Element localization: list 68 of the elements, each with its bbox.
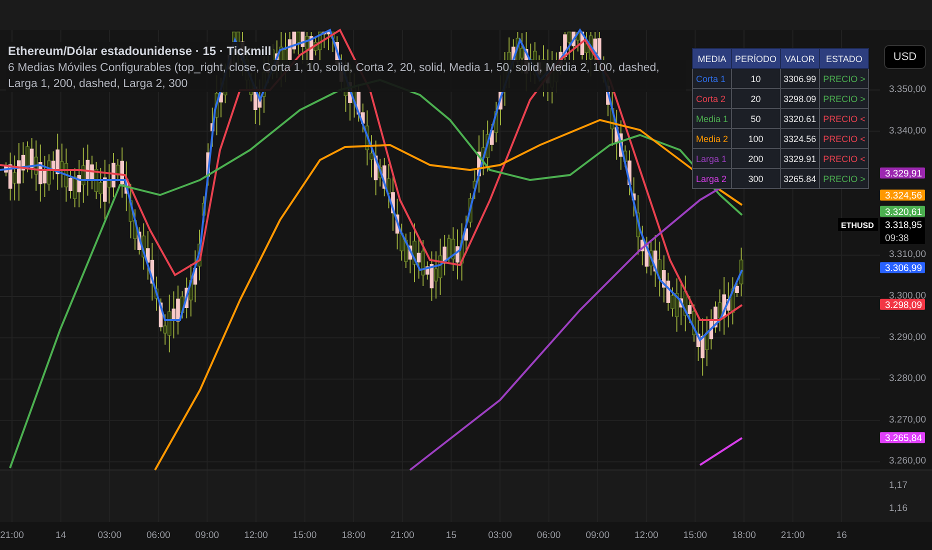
time-axis-label: 03:00: [488, 530, 512, 541]
column-header: PERÍODO: [732, 48, 780, 68]
column-header: VALOR: [780, 48, 820, 68]
price-tick-label: 3.290,00: [889, 332, 926, 343]
column-header: MEDIA: [692, 48, 732, 68]
table-cell: Corta 1: [692, 68, 732, 88]
table-cell: 10: [732, 68, 780, 88]
table-cell: 100: [732, 128, 780, 148]
price-tick-label: 3.260,00: [889, 456, 926, 467]
table-cell: 50: [732, 108, 780, 128]
price-tick-label: 3.270,00: [889, 414, 926, 426]
indicator-axis-label: 1,16: [889, 503, 908, 514]
price-tick-label: 3.280,00: [889, 373, 926, 384]
time-axis-label: 15:00: [683, 530, 708, 541]
currency-button[interactable]: USD: [884, 45, 926, 69]
table-cell: 300: [732, 168, 780, 188]
column-header: ESTADO: [820, 48, 869, 68]
time-axis-label: 06:00: [536, 530, 561, 541]
time-axis-label: 21:00: [780, 530, 805, 541]
time-axis-label: 03:00: [98, 530, 122, 541]
table-cell: Media 1: [692, 108, 732, 128]
time-axis-label: 12:00: [244, 530, 268, 541]
time-axis-label: 15: [446, 530, 456, 541]
time-axis-label: 15:00: [292, 530, 317, 541]
time-axis-label: 12:00: [634, 530, 658, 541]
table-cell: 200: [732, 148, 780, 168]
time-axis-label: 06:00: [146, 530, 170, 541]
time-axis-label: 09:00: [586, 530, 610, 541]
table-cell: PRECIO >: [820, 88, 869, 108]
price-marker: 3.306,99: [880, 262, 925, 274]
table-cell: 3320.61: [780, 108, 820, 128]
price-tick-label: 3.340,00: [889, 125, 926, 136]
table-cell: 3298.09: [780, 88, 820, 108]
time-axis-label: 21:00: [390, 530, 414, 541]
table-cell: PRECIO >: [820, 168, 869, 188]
table-cell: Media 2: [692, 128, 732, 148]
indicator-axis-label: 1,17: [889, 480, 908, 491]
table-cell: 3265.84: [780, 168, 820, 188]
table-cell: PRECIO >: [820, 68, 869, 88]
price-tick-label: 3.350,00: [889, 84, 926, 95]
symbol-label: ETHUSD: [838, 218, 878, 231]
table-cell: PRECIO <: [820, 148, 869, 168]
price-marker: 3.324,56: [880, 190, 925, 202]
table-cell: Larga 1: [692, 148, 732, 168]
table-cell: 3324.56: [780, 128, 820, 148]
last-price-label: 3.318,95 09:38: [880, 218, 925, 244]
table-cell: 3306.99: [780, 68, 820, 88]
table-cell: Corta 2: [692, 88, 732, 108]
time-axis-label: 09:00: [195, 530, 220, 541]
table-cell: PRECIO <: [820, 128, 869, 148]
table-cell: Larga 2: [692, 168, 732, 188]
price-tick-label: 3.300,00: [889, 290, 926, 302]
time-axis-label: 21:00: [0, 530, 24, 541]
price-tick-label: 3.310,00: [889, 249, 926, 260]
time-axis-label: 18:00: [732, 530, 756, 541]
price-marker: 3.320,61: [880, 206, 925, 218]
time-axis-label: 14: [56, 530, 66, 541]
table-cell: PRECIO <: [820, 108, 869, 128]
table-cell: 3329.91: [780, 148, 820, 168]
table-cell: 20: [732, 88, 780, 108]
price-marker: 3.265,84: [880, 432, 925, 444]
symbol-title: Ethereum/Dólar estadounidense · 15 · Tickmill: [6, 42, 274, 60]
candlestick: [202, 196, 206, 223]
price-marker: 3.298,09: [880, 298, 925, 311]
price-marker: 3.329,91: [880, 167, 925, 180]
time-axis-label: 18:00: [342, 530, 366, 541]
indicator-legend: 6 Medias Móviles Configurables (top_right, close, Corta 1, 10, solid, Corta 2, 20, solid, Media 1, 50, solid, Media 2, 100, dashed, Larga 1, 200, dashed, Larga 2, 300: [6, 60, 686, 92]
time-axis-label: 16: [836, 530, 847, 541]
